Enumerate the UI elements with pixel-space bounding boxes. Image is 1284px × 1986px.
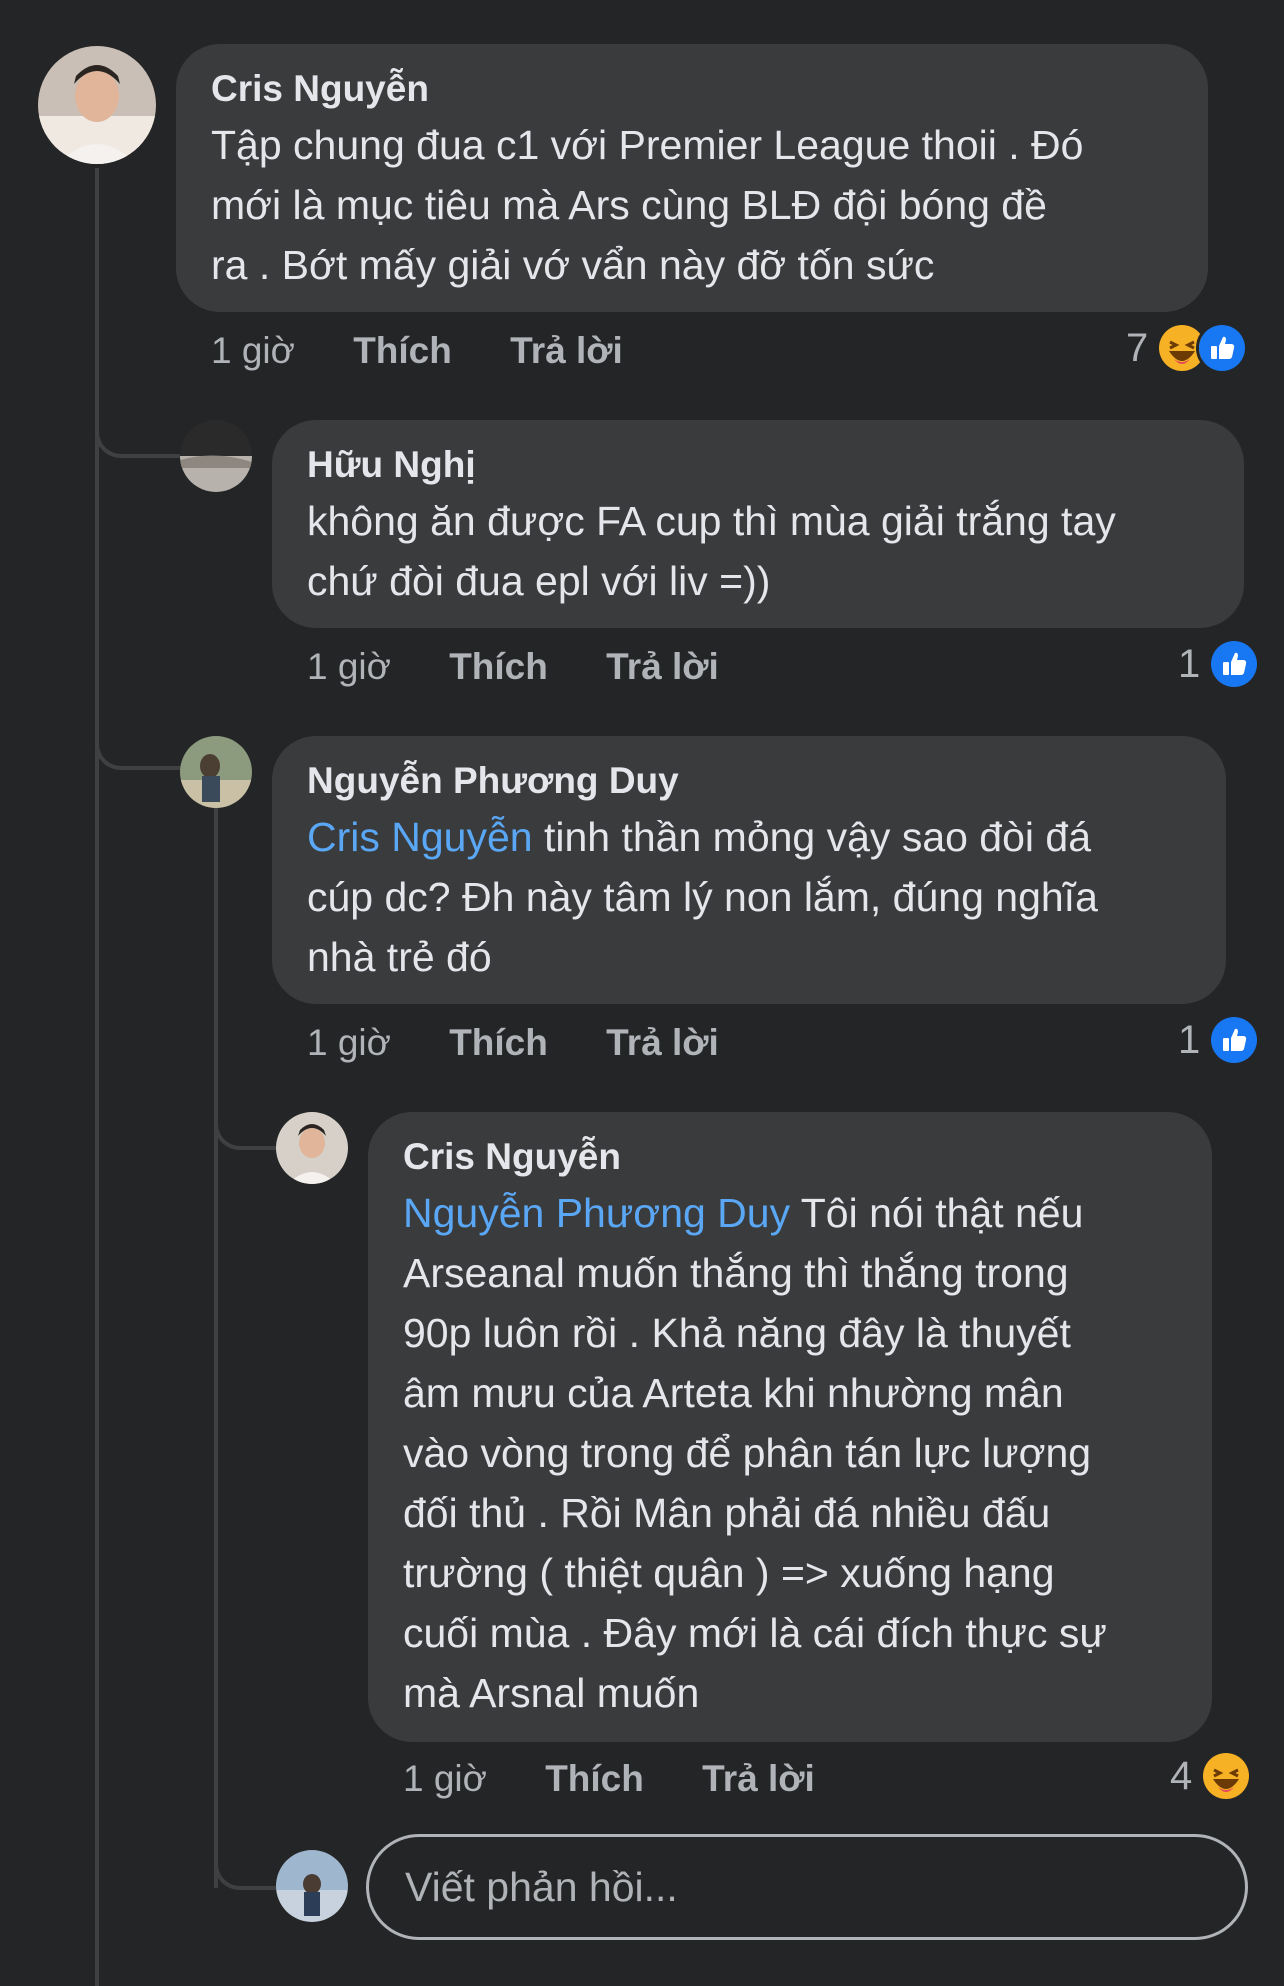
reply-input[interactable] xyxy=(403,1837,1225,1937)
current-user-avatar xyxy=(276,1850,348,1922)
like-button[interactable]: Thích xyxy=(353,330,452,372)
reaction-count: 1 xyxy=(1178,1017,1201,1062)
avatar[interactable] xyxy=(180,736,252,808)
comment-text: Tập chung đua c1 với Premier League thoi… xyxy=(211,122,1084,288)
reaction-summary[interactable]: 4 xyxy=(1170,1750,1253,1802)
like-button[interactable]: Thích xyxy=(449,646,548,688)
like-button[interactable]: Thích xyxy=(545,1758,644,1800)
thread-line-nested xyxy=(214,808,218,1888)
haha-reaction-icon xyxy=(1200,1750,1253,1802)
mention-link[interactable]: Cris Nguyễn xyxy=(307,814,533,860)
comment-text: Cris Nguyễn tinh thần mỏng vậy sao đòi đ… xyxy=(307,814,1098,980)
like-reaction-icon xyxy=(1208,1014,1261,1066)
comment-text: không ăn được FA cup thì mùa giải trắng … xyxy=(307,498,1116,604)
reply-button[interactable]: Trả lời xyxy=(510,330,623,372)
like-reaction-icon xyxy=(1196,322,1249,374)
comment-author[interactable]: Hữu Nghị xyxy=(307,444,476,486)
reaction-summary[interactable]: 7 xyxy=(1126,322,1249,374)
thread-elbow xyxy=(214,1010,284,1150)
comment-author[interactable]: Cris Nguyễn xyxy=(403,1136,621,1178)
reaction-count: 1 xyxy=(1178,641,1201,686)
thread-elbow xyxy=(214,1760,284,1890)
reaction-summary[interactable]: 1 xyxy=(1178,1014,1261,1066)
comment-author[interactable]: Nguyễn Phương Duy xyxy=(307,760,679,802)
reply-box[interactable] xyxy=(366,1834,1248,1940)
comment-text: Nguyễn Phương Duy Tôi nói thật nếu Arsea… xyxy=(403,1190,1107,1716)
comment-time[interactable]: 1 giờ xyxy=(307,646,391,688)
mention-link[interactable]: Nguyễn Phương Duy xyxy=(403,1190,790,1236)
comment-time[interactable]: 1 giờ xyxy=(211,330,295,372)
like-button[interactable]: Thích xyxy=(449,1022,548,1064)
comment-time[interactable]: 1 giờ xyxy=(307,1022,391,1064)
comment-time[interactable]: 1 giờ xyxy=(403,1758,487,1800)
thread-elbow xyxy=(95,560,189,770)
comment-actions: 1 giờ Thích Trả lời xyxy=(211,330,623,372)
reply-button[interactable]: Trả lời xyxy=(606,1022,719,1064)
comment-author[interactable]: Cris Nguyễn xyxy=(211,68,429,110)
reply-button[interactable]: Trả lời xyxy=(702,1758,815,1800)
comment-actions: 1 giờ Thích Trả lời xyxy=(307,1022,719,1064)
like-reaction-icon xyxy=(1208,638,1261,690)
avatar[interactable] xyxy=(180,420,252,492)
reaction-count: 7 xyxy=(1126,325,1149,370)
comment-actions: 1 giờ Thích Trả lời xyxy=(403,1758,815,1800)
reply-button[interactable]: Trả lời xyxy=(606,646,719,688)
reaction-summary[interactable]: 1 xyxy=(1178,638,1261,690)
reaction-count: 4 xyxy=(1170,1753,1193,1798)
thread-elbow xyxy=(95,168,189,458)
comment-actions: 1 giờ Thích Trả lời xyxy=(307,646,719,688)
avatar[interactable] xyxy=(276,1112,348,1184)
avatar[interactable] xyxy=(38,46,156,164)
